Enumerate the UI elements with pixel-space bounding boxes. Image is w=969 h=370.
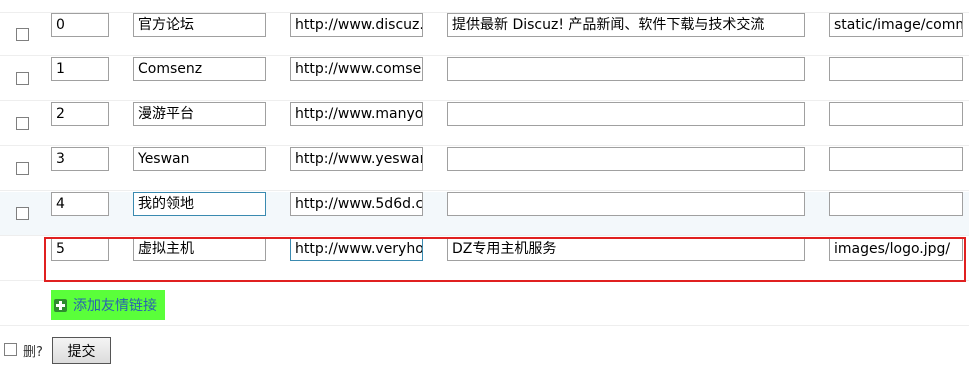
new-row-highlight-box: [44, 237, 966, 282]
url-input[interactable]: http://www.comsenz.com: [290, 57, 423, 81]
table-row: 3 Yeswan http://www.yeswan.com: [0, 147, 969, 191]
order-input[interactable]: 1: [51, 57, 109, 81]
order-input[interactable]: 4: [51, 192, 109, 216]
logo-input[interactable]: [829, 57, 963, 81]
add-link-button[interactable]: 添加友情链接: [51, 290, 165, 320]
table-row: 1 Comsenz http://www.comsenz.com: [0, 57, 969, 101]
name-input[interactable]: Yeswan: [133, 147, 266, 171]
submit-button[interactable]: 提交: [52, 337, 111, 364]
name-input[interactable]: 官方论坛: [133, 13, 266, 37]
row-select-checkbox[interactable]: [16, 117, 29, 130]
url-input[interactable]: http://www.yeswan.com: [290, 147, 423, 171]
logo-input[interactable]: [829, 102, 963, 126]
row-select-checkbox[interactable]: [16, 28, 29, 41]
add-link-label: 添加友情链接: [73, 298, 157, 314]
name-input[interactable]: 我的领地: [133, 192, 266, 216]
table-row: 2 漫游平台 http://www.manyou.com: [0, 102, 969, 146]
url-input[interactable]: http://www.discuz.net: [290, 13, 423, 37]
row-select-checkbox[interactable]: [16, 207, 29, 220]
table-row: 4 我的领地 http://www.5d6d.com: [0, 192, 969, 236]
order-input[interactable]: 3: [51, 147, 109, 171]
plus-icon: [54, 298, 67, 312]
order-input[interactable]: 0: [51, 13, 109, 37]
order-input[interactable]: 2: [51, 102, 109, 126]
delete-checkbox[interactable]: [4, 343, 17, 356]
delete-label: 删?: [23, 345, 43, 360]
logo-input[interactable]: [829, 147, 963, 171]
row-select-checkbox[interactable]: [16, 72, 29, 85]
logo-input[interactable]: [829, 192, 963, 216]
description-input[interactable]: [447, 57, 805, 81]
row-select-checkbox[interactable]: [16, 162, 29, 175]
description-input[interactable]: [447, 147, 805, 171]
description-input[interactable]: [447, 102, 805, 126]
name-input[interactable]: 漫游平台: [133, 102, 266, 126]
url-input[interactable]: http://www.5d6d.com: [290, 192, 423, 216]
logo-input[interactable]: static/image/common/logo_88_31.gif: [829, 13, 963, 37]
description-input[interactable]: 提供最新 Discuz! 产品新闻、软件下载与技术交流: [447, 13, 805, 37]
name-input[interactable]: Comsenz: [133, 57, 266, 81]
url-input[interactable]: http://www.manyou.com: [290, 102, 423, 126]
divider: [0, 325, 969, 326]
description-input[interactable]: [447, 192, 805, 216]
table-row: 0 官方论坛 http://www.discuz.net 提供最新 Discuz…: [0, 12, 969, 56]
